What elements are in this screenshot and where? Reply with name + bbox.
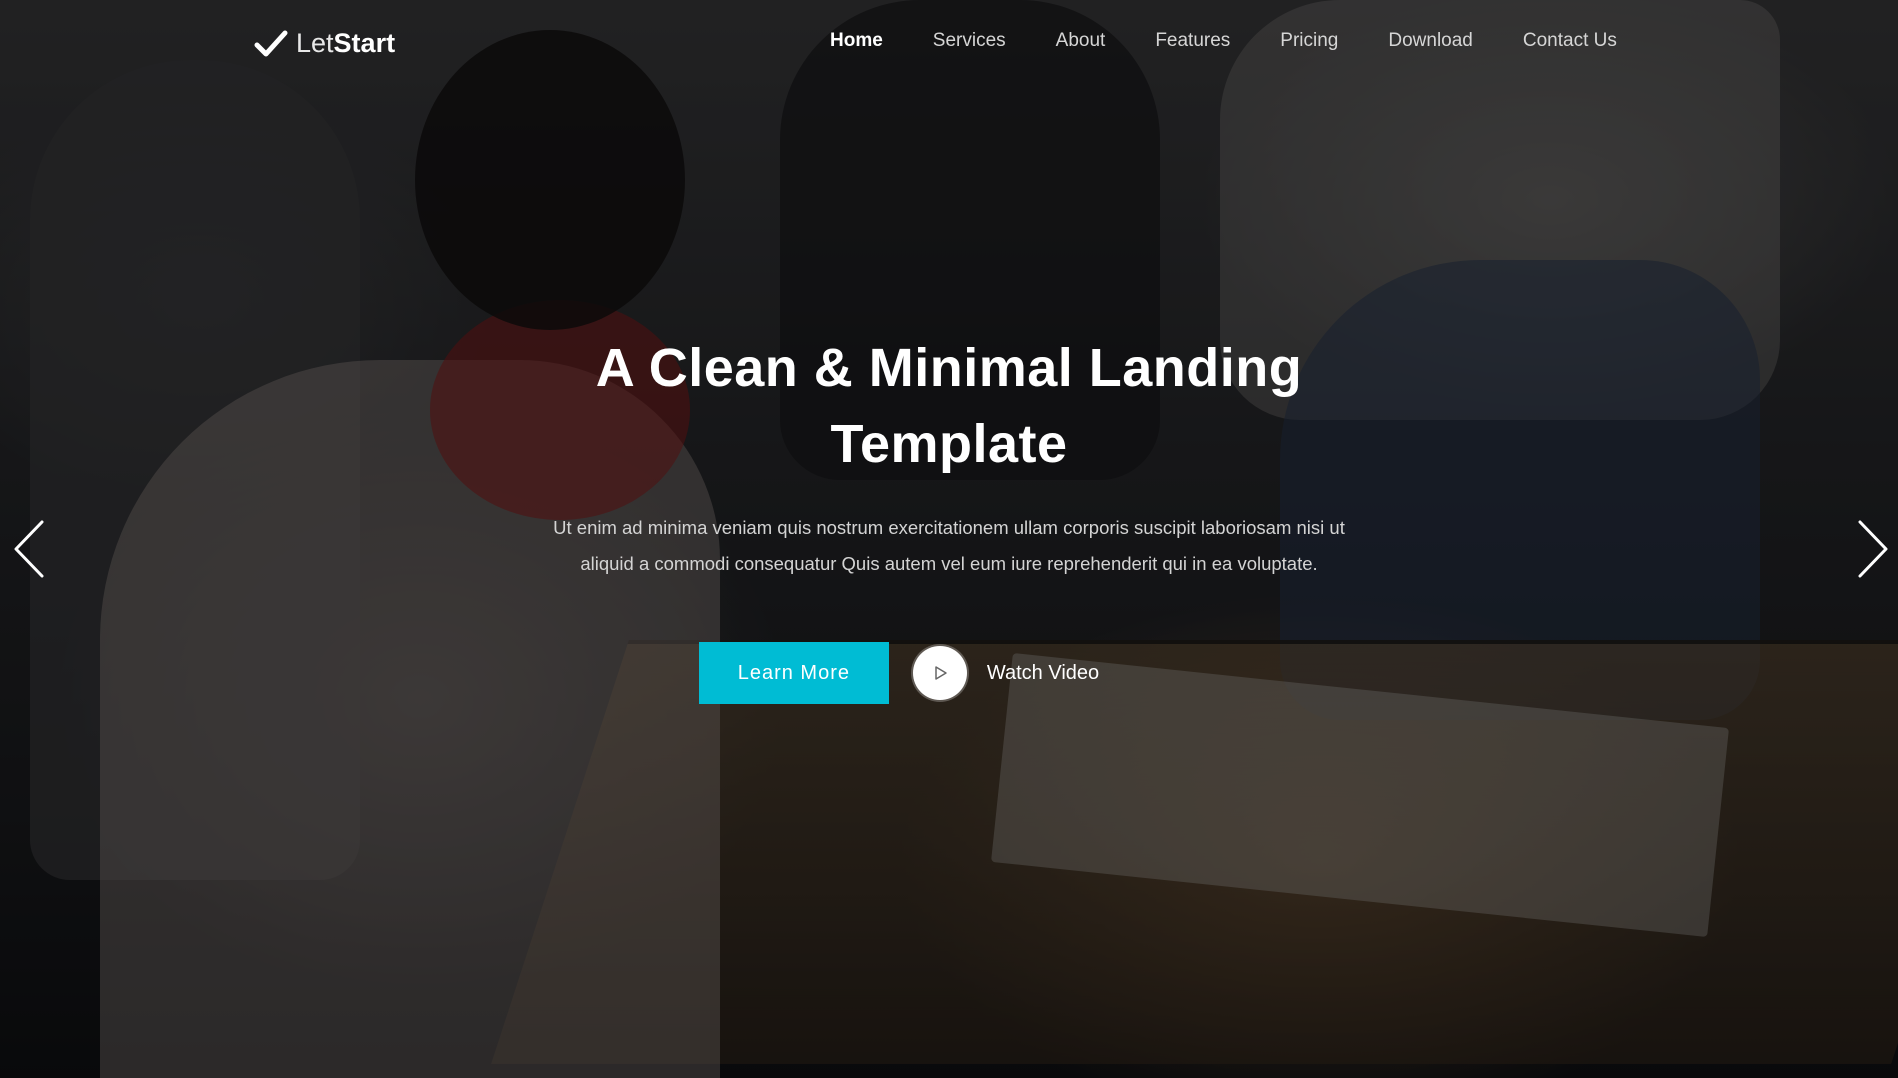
play-icon: [935, 666, 947, 680]
hero-title: A Clean & Minimal Landing Template: [569, 330, 1329, 482]
nav-item-about[interactable]: About: [1056, 30, 1106, 52]
nav-item-contact-us[interactable]: Contact Us: [1523, 30, 1617, 52]
hero-title-line: Template: [830, 414, 1068, 474]
logo-text-bold: Start: [333, 28, 396, 58]
hero-actions: Learn More Watch Video: [0, 642, 1898, 704]
logo-text-light: Let: [296, 28, 334, 58]
play-button[interactable]: [912, 646, 967, 700]
hero-content: A Clean & Minimal Landing Template Ut en…: [0, 330, 1898, 704]
hero-title-line: A Clean & Minimal Landing: [595, 338, 1303, 398]
nav-item-download[interactable]: Download: [1388, 30, 1473, 52]
navbar: Let Start Home Services About Features Pr…: [0, 0, 1898, 86]
watch-video-button[interactable]: Watch Video: [912, 646, 1100, 700]
hero-description: Ut enim ad minima veniam quis nostrum ex…: [553, 517, 1345, 574]
hero-section: Let Start Home Services About Features Pr…: [0, 0, 1898, 1078]
chevron-left-icon[interactable]: [10, 518, 50, 580]
nav-item-pricing[interactable]: Pricing: [1280, 30, 1338, 52]
nav-menu: Home Services About Features Pricing Dow…: [830, 30, 1617, 52]
learn-more-button[interactable]: Learn More: [698, 642, 889, 704]
logo[interactable]: Let Start: [254, 28, 395, 59]
chevron-right-icon[interactable]: [1852, 518, 1892, 580]
nav-item-features[interactable]: Features: [1155, 30, 1230, 52]
nav-item-services[interactable]: Services: [933, 30, 1006, 52]
watch-video-label: Watch Video: [986, 661, 1100, 684]
nav-item-home[interactable]: Home: [830, 30, 883, 52]
checkmark-icon: [254, 30, 288, 56]
